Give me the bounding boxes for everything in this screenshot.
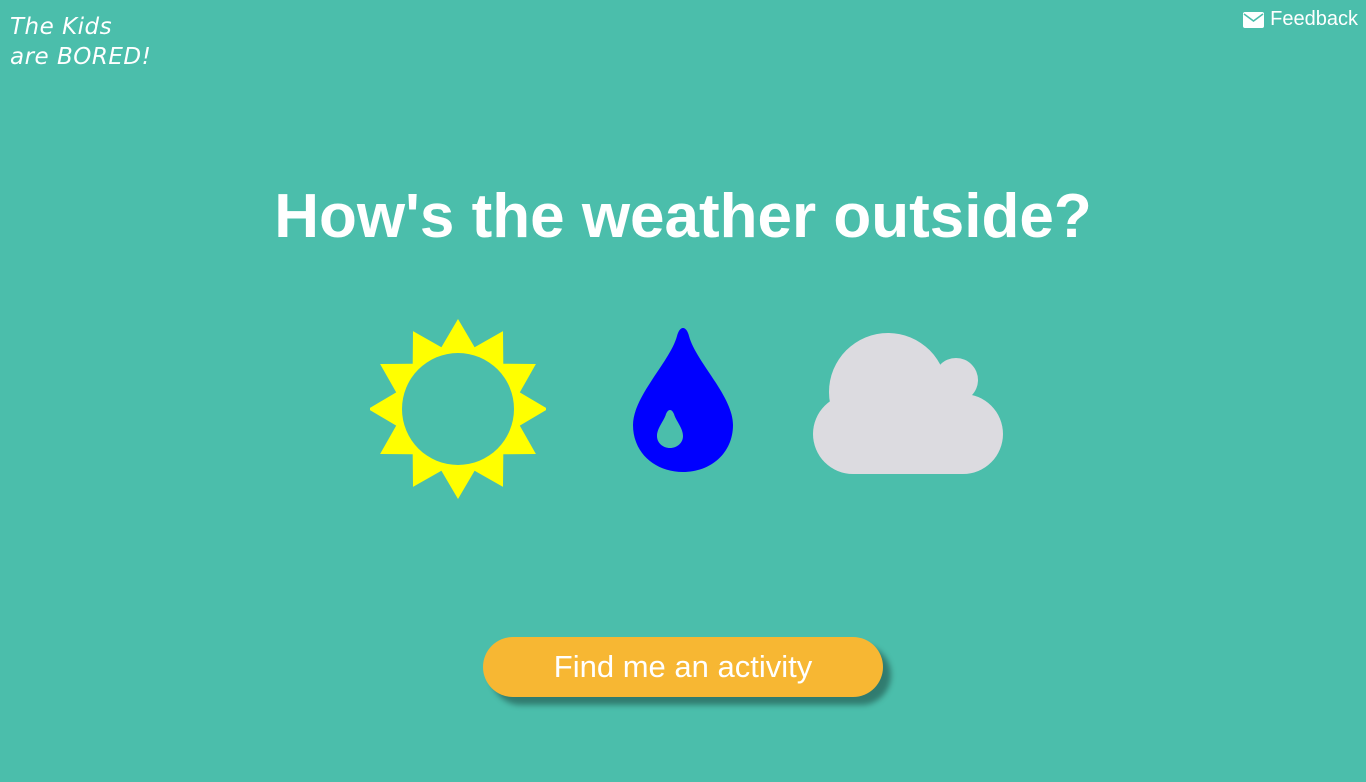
logo-line-1: The Kids <box>10 14 113 40</box>
envelope-icon <box>1243 11 1265 28</box>
feedback-label: Feedback <box>1270 8 1358 30</box>
weather-question: How's the weather outside? <box>274 182 1092 251</box>
cloudy-option[interactable] <box>810 330 1006 476</box>
sun-icon <box>368 319 548 499</box>
logo[interactable]: The Kids are BORED! <box>10 12 151 72</box>
find-activity-button[interactable]: Find me an activity <box>483 637 883 697</box>
rainy-option[interactable] <box>628 326 738 476</box>
sunny-option[interactable] <box>368 318 548 502</box>
page: The Kids are BORED! Feedback How's the w… <box>0 0 1366 782</box>
weather-options <box>0 318 1366 502</box>
logo-line-2: are BORED! <box>10 44 152 70</box>
feedback-link[interactable]: Feedback <box>1243 8 1358 31</box>
raindrop-icon <box>633 328 733 472</box>
cloud-icon <box>813 333 1003 474</box>
